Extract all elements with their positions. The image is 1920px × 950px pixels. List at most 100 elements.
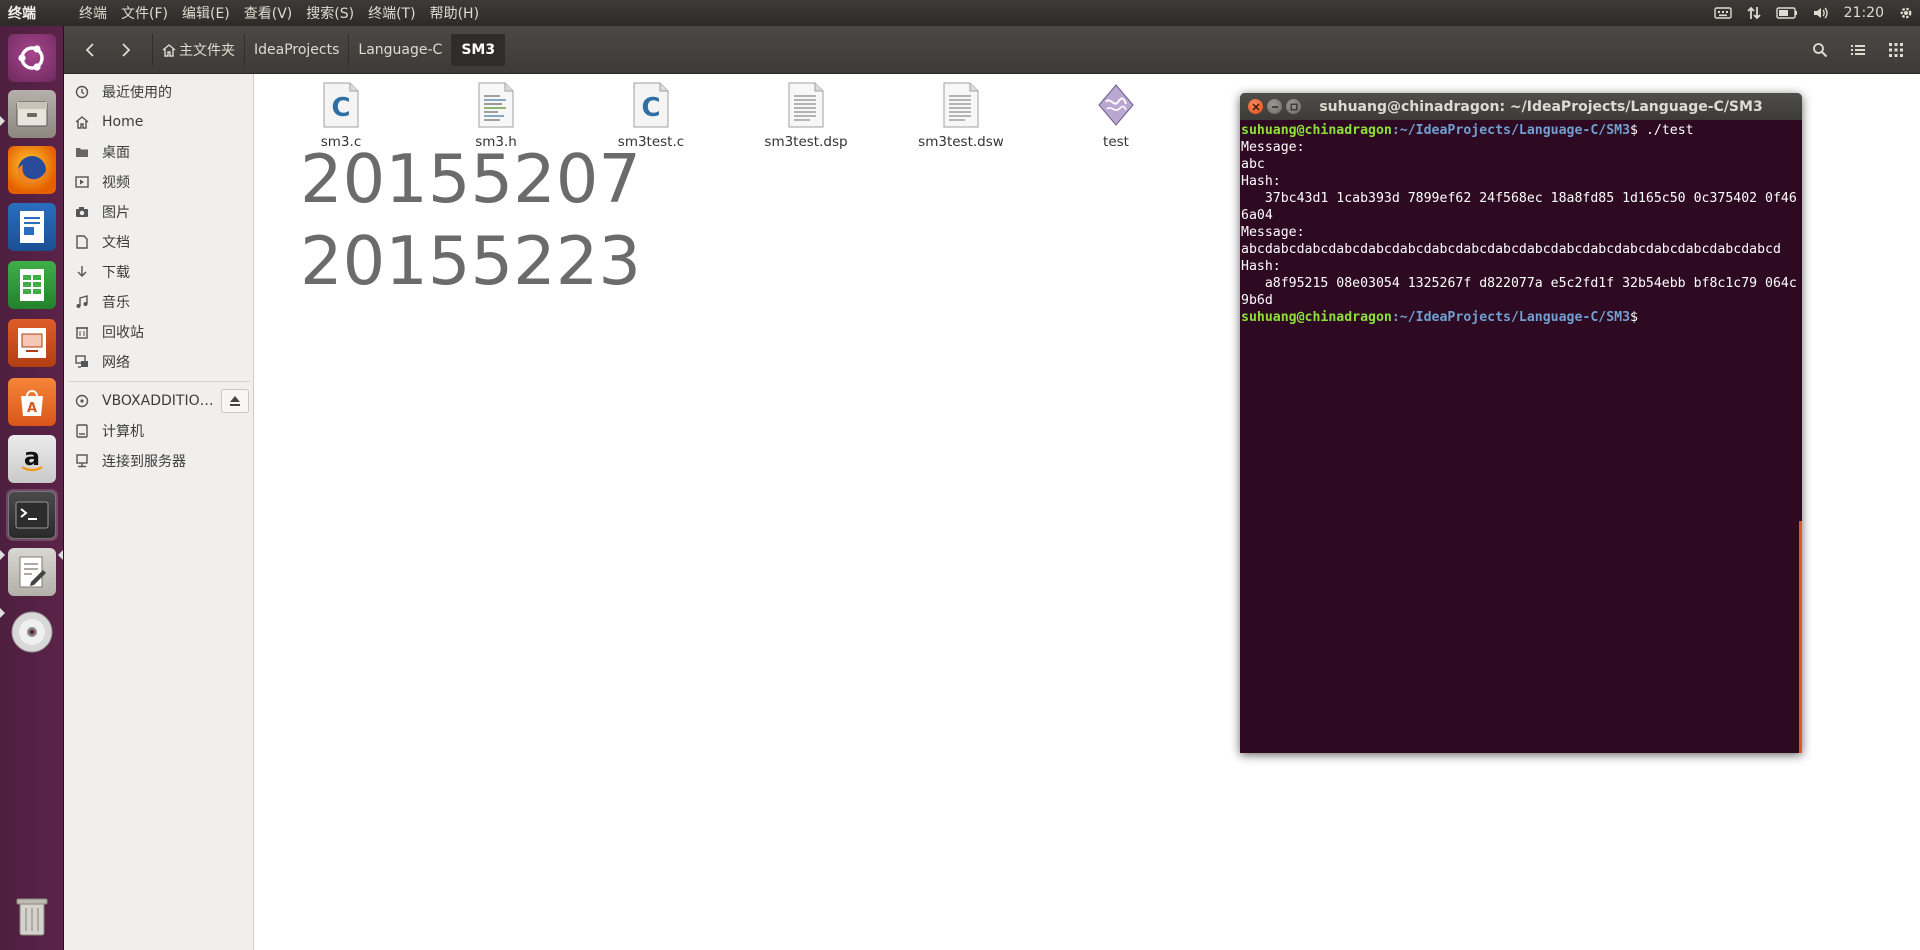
video-icon xyxy=(74,174,90,190)
header-file-icon xyxy=(478,82,514,128)
sidebar-item-videos[interactable]: 视频 xyxy=(64,169,253,195)
c-source-file-icon: C xyxy=(323,82,359,128)
launcher-files[interactable] xyxy=(6,88,58,140)
sidebar-item-label: Home xyxy=(102,114,144,130)
terminal-titlebar[interactable]: suhuang@chinadragon: ~/IdeaProjects/Lang… xyxy=(1240,93,1802,120)
volume-icon[interactable] xyxy=(1812,5,1830,21)
gear-icon[interactable] xyxy=(1898,5,1914,21)
sidebar-item-label: 图片 xyxy=(102,205,130,221)
back-button[interactable] xyxy=(74,34,106,66)
menu-view[interactable]: 查看(V) xyxy=(237,3,300,23)
launcher-firefox[interactable] xyxy=(6,144,58,196)
terminal-output[interactable]: suhuang@chinadragon:~/IdeaProjects/Langu… xyxy=(1240,120,1802,326)
student-id-2: 20155223 xyxy=(300,222,642,300)
camera-icon xyxy=(74,204,90,220)
sidebar-item-downloads[interactable]: 下载 xyxy=(64,259,253,285)
sidebar: 最近使用的 Home 桌面 视频 图片 文档 下载 音乐 回收站 网络 VBOX… xyxy=(64,74,254,950)
launcher-dash[interactable] xyxy=(6,32,58,84)
launcher-writer[interactable] xyxy=(6,201,58,253)
sidebar-item-label: 最近使用的 xyxy=(102,85,172,101)
crumb-language-c[interactable]: Language-C xyxy=(349,33,453,66)
launcher-trash[interactable] xyxy=(6,890,58,942)
executable-file-icon xyxy=(1098,84,1134,126)
sidebar-item-recent[interactable]: 最近使用的 xyxy=(64,79,253,105)
network-icon[interactable] xyxy=(1746,5,1762,21)
header-actions xyxy=(1804,34,1912,66)
sidebar-item-desktop[interactable]: 桌面 xyxy=(64,139,253,165)
writer-icon xyxy=(8,203,56,251)
file-sm3test-dsw[interactable]: sm3test.dsw xyxy=(901,82,1021,150)
download-icon xyxy=(74,264,90,280)
sidebar-item-music[interactable]: 音乐 xyxy=(64,289,253,315)
keyboard-icon[interactable] xyxy=(1713,6,1732,20)
file-name: sm3test.dsw xyxy=(918,134,1004,150)
launcher-calc[interactable] xyxy=(6,259,58,311)
menu-search[interactable]: 搜索(S) xyxy=(299,3,361,23)
file-name: sm3test.dsp xyxy=(764,134,848,150)
music-icon xyxy=(74,294,90,310)
launcher-amazon[interactable]: a xyxy=(6,433,58,485)
svg-text:A: A xyxy=(27,401,37,416)
launcher-impress[interactable] xyxy=(6,317,58,369)
clock[interactable]: 21:20 xyxy=(1844,5,1884,21)
sidebar-item-vboxadditions[interactable]: VBOXADDITIO… xyxy=(64,388,253,414)
amazon-icon: a xyxy=(8,435,56,483)
list-view-icon xyxy=(1851,45,1865,55)
sidebar-item-home[interactable]: Home xyxy=(64,109,253,135)
crumb-home[interactable]: 主文件夹 xyxy=(153,33,245,66)
sidebar-item-computer[interactable]: 计算机 xyxy=(64,418,253,444)
prompt-path: :~/IdeaProjects/Language-C/SM3 xyxy=(1391,123,1631,138)
files-icon xyxy=(8,90,56,138)
menu-help[interactable]: 帮助(H) xyxy=(423,3,486,23)
network-icon xyxy=(74,354,90,370)
terminal-scrollbar[interactable] xyxy=(1799,521,1802,753)
search-icon xyxy=(1813,43,1828,58)
grid-view-icon xyxy=(1889,43,1903,57)
document-icon xyxy=(74,234,90,250)
launcher-text-editor[interactable] xyxy=(6,546,58,598)
sidebar-item-connect-server[interactable]: 连接到服务器 xyxy=(64,448,253,474)
menu-terminal[interactable]: 终端 xyxy=(72,3,114,23)
file-sm3test-dsp[interactable]: sm3test.dsp xyxy=(746,82,866,150)
sidebar-item-label: 桌面 xyxy=(102,145,130,161)
prompt-user: suhuang@chinadragon xyxy=(1241,123,1392,138)
sidebar-item-label: 计算机 xyxy=(102,424,144,440)
grid-view-button[interactable] xyxy=(1880,34,1912,66)
terminal-title: suhuang@chinadragon: ~/IdeaProjects/Lang… xyxy=(1319,98,1763,115)
sidebar-item-trash[interactable]: 回收站 xyxy=(64,319,253,345)
eject-button[interactable] xyxy=(221,389,249,413)
sidebar-item-network[interactable]: 网络 xyxy=(64,349,253,375)
prompt-symbol: $ xyxy=(1630,310,1638,325)
crumb-ideaprojects[interactable]: IdeaProjects xyxy=(245,33,350,66)
menu-terminal-t[interactable]: 终端(T) xyxy=(361,3,422,23)
forward-button[interactable] xyxy=(110,34,142,66)
launcher-software[interactable]: A xyxy=(6,376,58,428)
file-test[interactable]: test xyxy=(1056,82,1176,150)
launcher-terminal[interactable] xyxy=(6,489,58,541)
menu-edit[interactable]: 编辑(E) xyxy=(175,3,237,23)
home-icon xyxy=(162,43,176,57)
menu-file[interactable]: 文件(F) xyxy=(114,3,175,23)
list-view-button[interactable] xyxy=(1842,34,1874,66)
battery-icon[interactable] xyxy=(1775,6,1798,20)
prompt-path: :~/IdeaProjects/Language-C/SM3 xyxy=(1391,310,1631,325)
hard-drive-icon xyxy=(74,423,90,439)
text-editor-icon xyxy=(8,548,56,596)
sidebar-item-label: 网络 xyxy=(102,355,130,371)
ubuntu-logo-icon xyxy=(8,34,56,82)
c-source-file-icon: C xyxy=(633,82,669,128)
launcher-editor-pip xyxy=(0,608,5,618)
terminal-icon xyxy=(8,491,56,539)
svg-text:C: C xyxy=(641,93,660,123)
dvd-icon xyxy=(8,608,56,656)
home-icon xyxy=(74,114,90,130)
sidebar-item-pictures[interactable]: 图片 xyxy=(64,199,253,225)
launcher-dvd[interactable] xyxy=(6,606,58,658)
crumb-sm3[interactable]: SM3 xyxy=(452,33,506,66)
search-button[interactable] xyxy=(1804,34,1836,66)
terminal-window[interactable]: suhuang@chinadragon: ~/IdeaProjects/Lang… xyxy=(1240,93,1802,753)
software-center-icon: A xyxy=(8,378,56,426)
file-name: test xyxy=(1103,134,1129,150)
sidebar-item-documents[interactable]: 文档 xyxy=(64,229,253,255)
sidebar-item-label: 连接到服务器 xyxy=(102,454,186,470)
